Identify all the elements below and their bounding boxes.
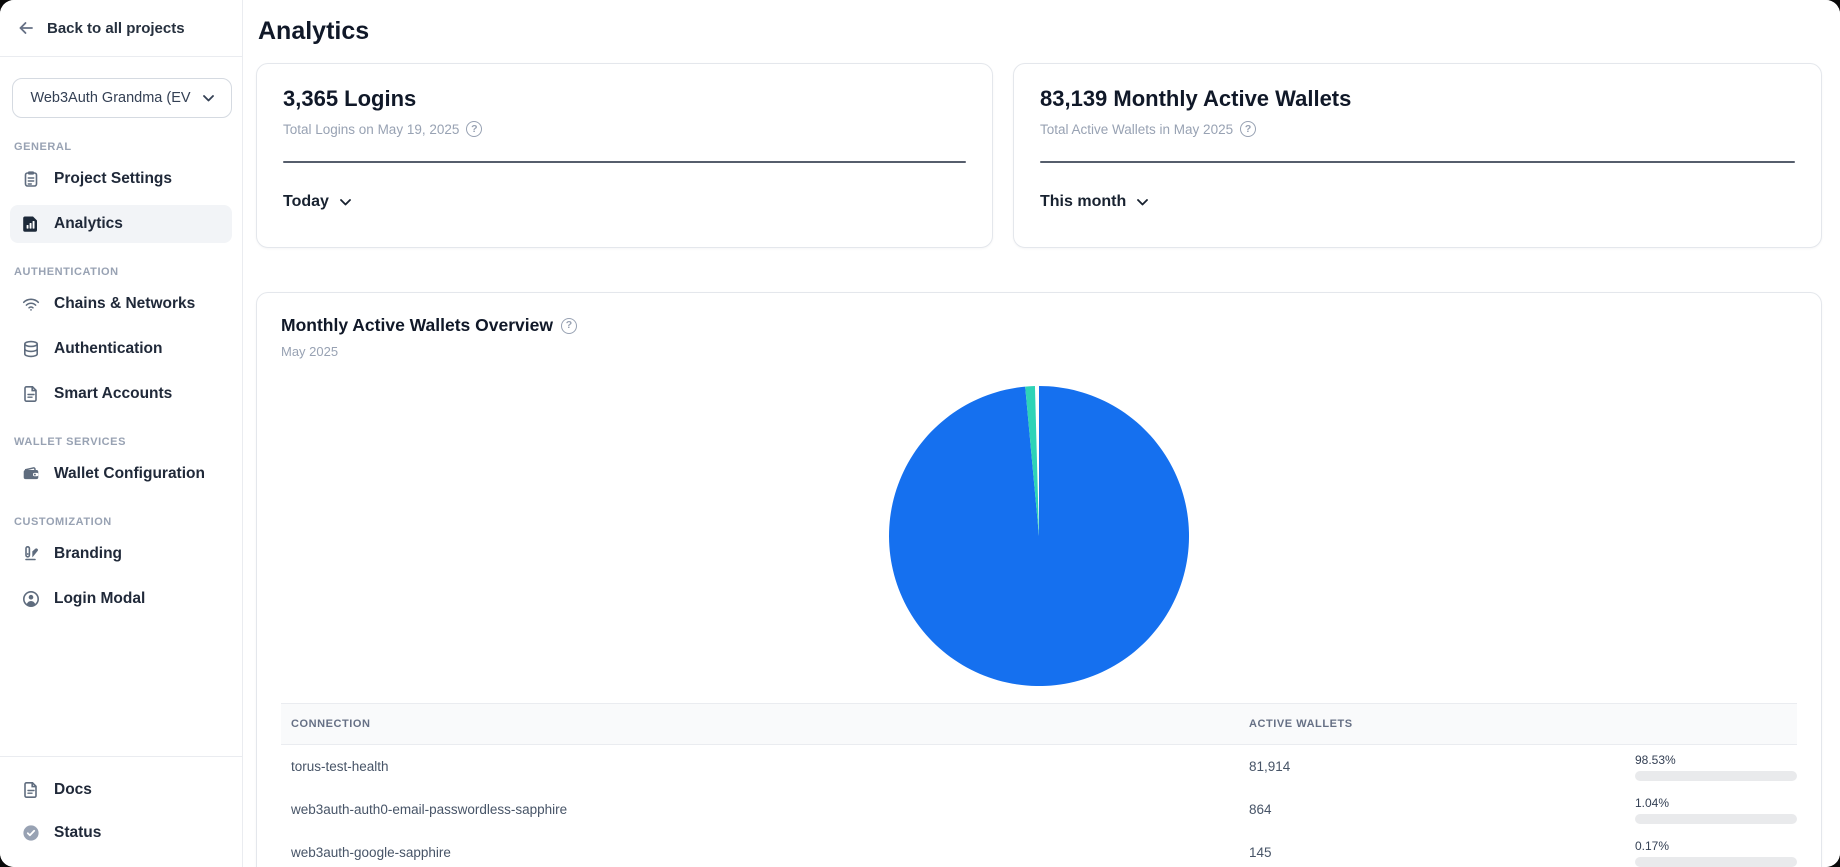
help-icon[interactable]: ?: [561, 318, 577, 334]
check-circle-icon: [22, 824, 40, 842]
sidebar-section-label-customization: CUSTOMIZATION: [14, 516, 228, 528]
file-icon: [22, 781, 40, 799]
table-row-web3auth-auth0-email-passwordless-sapphire: web3auth-auth0-email-passwordless-sapphi…: [281, 788, 1797, 831]
share-percent-label: 0.17%: [1635, 839, 1797, 853]
cell-active-wallets: 864: [1239, 802, 1625, 817]
share-percent-label: 1.04%: [1635, 796, 1797, 810]
column-header-active-wallets: ACTIVE WALLETS: [1239, 718, 1625, 730]
overview-subtitle: May 2025: [281, 344, 1797, 359]
sidebar-item-label: Login Modal: [54, 590, 145, 608]
pie-chart-wrap: [281, 385, 1797, 687]
database-icon: [22, 340, 40, 358]
logins-stat-subtitle: Total Logins on May 19, 2025 ?: [283, 121, 966, 137]
sidebar-item-branding[interactable]: Branding: [10, 535, 232, 573]
stat-divider: [1040, 161, 1795, 163]
main-content: Analytics 3,365 Logins Total Logins on M…: [243, 0, 1840, 867]
wallet-icon: [22, 465, 40, 483]
pie-chart[interactable]: [888, 385, 1190, 687]
stat-divider: [283, 161, 966, 163]
share-bar-track: [1635, 814, 1797, 824]
logins-range-label: Today: [283, 193, 329, 211]
sidebar-item-label: Smart Accounts: [54, 385, 172, 403]
cell-share: 1.04%: [1625, 796, 1797, 824]
logins-stat-subtitle-text: Total Logins on May 19, 2025: [283, 122, 459, 137]
sidebar-item-label: Authentication: [54, 340, 163, 358]
logins-range-dropdown[interactable]: Today: [283, 193, 351, 211]
active-wallets-range-dropdown[interactable]: This month: [1040, 193, 1148, 211]
cell-share: 0.17%: [1625, 839, 1797, 867]
chevron-down-icon: [203, 95, 214, 102]
sidebar-item-label: Wallet Configuration: [54, 465, 205, 483]
user-circle-icon: [22, 590, 40, 608]
sidebar-item-label: Docs: [54, 781, 92, 799]
stats-row: 3,365 Logins Total Logins on May 19, 202…: [256, 63, 1822, 248]
sidebar-item-wallet-configuration[interactable]: Wallet Configuration: [10, 455, 232, 493]
sidebar-item-project-settings[interactable]: Project Settings: [10, 160, 232, 198]
share-bar-track: [1635, 771, 1797, 781]
cell-share: 98.53%: [1625, 753, 1797, 781]
sidebar-item-label: Chains & Networks: [54, 295, 195, 313]
help-icon[interactable]: ?: [1240, 121, 1256, 137]
table-row-web3auth-google-sapphire: web3auth-google-sapphire145 0.17%: [281, 831, 1797, 867]
connections-table: CONNECTION ACTIVE WALLETS torus-test-hea…: [281, 703, 1797, 867]
sidebar-section-label-wallet-services: WALLET SERVICES: [14, 436, 228, 448]
sidebar: Back to all projects Web3Auth Grandma (E…: [0, 0, 243, 867]
sidebar-item-label: Status: [54, 824, 101, 842]
cell-connection: torus-test-health: [281, 759, 1239, 774]
sidebar-item-label: Analytics: [54, 215, 123, 233]
chevron-down-icon: [340, 199, 351, 206]
logins-stat-card: 3,365 Logins Total Logins on May 19, 202…: [256, 63, 993, 248]
sidebar-item-analytics[interactable]: Analytics: [10, 205, 232, 243]
overview-title-row: Monthly Active Wallets Overview ?: [281, 315, 1797, 336]
sidebar-item-label: Project Settings: [54, 170, 172, 188]
share-percent-label: 98.53%: [1635, 753, 1797, 767]
brush-icon: [22, 545, 40, 563]
logins-stat-title: 3,365 Logins: [283, 86, 966, 112]
help-icon[interactable]: ?: [466, 121, 482, 137]
cell-active-wallets: 81,914: [1239, 759, 1625, 774]
active-wallets-range-label: This month: [1040, 193, 1126, 211]
column-header-connection: CONNECTION: [281, 718, 1239, 730]
sidebar-section-label-general: GENERAL: [14, 141, 228, 153]
app-window: Back to all projects Web3Auth Grandma (E…: [0, 0, 1840, 867]
file-icon: [22, 385, 40, 403]
pie-slice-torus-test-health[interactable]: [889, 386, 1189, 686]
table-header-row: CONNECTION ACTIVE WALLETS: [281, 703, 1797, 745]
wifi-icon: [22, 295, 40, 313]
table-body: torus-test-health81,914 98.53% web3auth-au…: [281, 745, 1797, 867]
sidebar-item-label: Branding: [54, 545, 122, 563]
back-to-projects-label: Back to all projects: [47, 20, 185, 37]
sidebar-item-chains-networks[interactable]: Chains & Networks: [10, 285, 232, 323]
sidebar-item-login-modal[interactable]: Login Modal: [10, 580, 232, 618]
active-wallets-stat-card: 83,139 Monthly Active Wallets Total Acti…: [1013, 63, 1822, 248]
clipboard-icon: [22, 170, 40, 188]
sidebar-item-docs[interactable]: Docs: [10, 771, 232, 809]
table-row-torus-test-health: torus-test-health81,914 98.53%: [281, 745, 1797, 788]
chevron-down-icon: [1137, 199, 1148, 206]
overview-title: Monthly Active Wallets Overview: [281, 315, 553, 336]
monthly-active-wallets-overview-card: Monthly Active Wallets Overview ? May 20…: [256, 292, 1822, 867]
sidebar-footer: Docs Status: [0, 756, 242, 867]
page-title: Analytics: [258, 16, 1822, 46]
active-wallets-stat-title: 83,139 Monthly Active Wallets: [1040, 86, 1795, 112]
sidebar-item-smart-accounts[interactable]: Smart Accounts: [10, 375, 232, 413]
cell-active-wallets: 145: [1239, 845, 1625, 860]
active-wallets-stat-subtitle-text: Total Active Wallets in May 2025: [1040, 122, 1233, 137]
sidebar-item-authentication[interactable]: Authentication: [10, 330, 232, 368]
back-to-projects-button[interactable]: Back to all projects: [0, 0, 242, 57]
sidebar-item-status[interactable]: Status: [10, 814, 232, 852]
sidebar-nav: GENERAL Project Settings Analytics AUTHENTI…: [0, 118, 242, 756]
arrow-left-icon: [17, 19, 35, 37]
cell-connection: web3auth-auth0-email-passwordless-sapphi…: [281, 802, 1239, 817]
project-selector-label: Web3Auth Grandma (EV: [30, 90, 190, 106]
sidebar-section-label-authentication: AUTHENTICATION: [14, 266, 228, 278]
active-wallets-stat-subtitle: Total Active Wallets in May 2025 ?: [1040, 121, 1795, 137]
share-bar-track: [1635, 857, 1797, 867]
bar-chart-icon: [22, 215, 40, 233]
cell-connection: web3auth-google-sapphire: [281, 845, 1239, 860]
project-selector-dropdown[interactable]: Web3Auth Grandma (EV: [12, 78, 232, 118]
